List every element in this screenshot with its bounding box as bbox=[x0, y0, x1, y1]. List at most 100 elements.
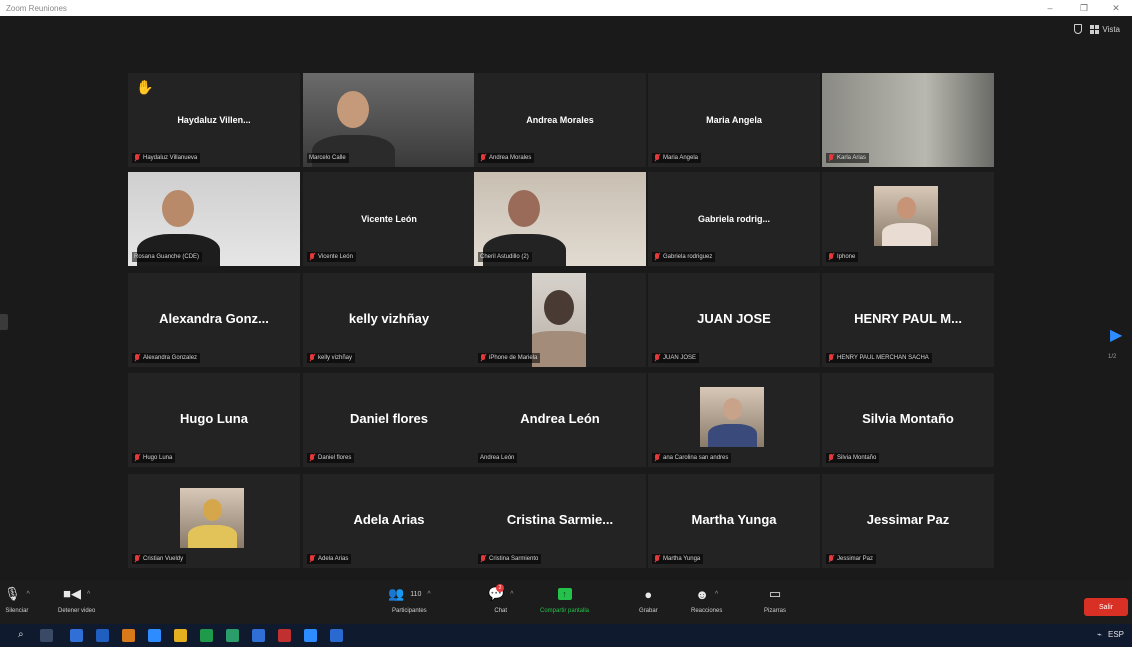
whatsapp-icon[interactable] bbox=[200, 629, 213, 642]
chrome-icon[interactable] bbox=[174, 629, 187, 642]
task-view-icon[interactable] bbox=[40, 629, 53, 642]
muted-microphone-icon bbox=[134, 354, 140, 362]
participant-name-text: Maria Angela bbox=[663, 155, 699, 161]
person-head bbox=[544, 290, 574, 325]
participant-name-label: Daniel flores bbox=[307, 453, 355, 463]
participant-name-label: Jessimar Paz bbox=[826, 554, 877, 564]
participant-tile[interactable]: Martha Yunga Martha Yunga bbox=[648, 474, 820, 568]
chat-label: Chat bbox=[494, 608, 508, 614]
maximize-icon[interactable]: ❐ bbox=[1074, 0, 1094, 16]
participant-tile[interactable]: Gabriela rodrig... Gabriela rodriguez bbox=[648, 172, 820, 266]
participant-tile[interactable]: Cristian Vueldy bbox=[128, 474, 300, 568]
muted-microphone-icon bbox=[480, 154, 486, 162]
word-icon[interactable] bbox=[252, 629, 265, 642]
participant-name-text: Hugo Luna bbox=[143, 455, 173, 461]
participant-tile[interactable]: ana Carolina san andres bbox=[648, 373, 820, 467]
record-button[interactable]: ● Grabar bbox=[639, 586, 658, 615]
participant-name-text: Silvia Montaño bbox=[837, 455, 877, 461]
mute-button[interactable]: 🎙 ^ Silenciar bbox=[4, 586, 30, 614]
muted-microphone-icon bbox=[654, 555, 660, 563]
participant-name-label: Cristina Sarmiento bbox=[478, 554, 542, 564]
store-icon[interactable] bbox=[148, 629, 161, 642]
network-icon[interactable]: ⌁ bbox=[1097, 630, 1102, 639]
participant-tile[interactable]: Rosana Guanche (CDE) bbox=[128, 172, 300, 266]
participant-tile[interactable]: Karla Arias bbox=[822, 73, 994, 167]
person-body bbox=[188, 525, 237, 548]
chat-button[interactable]: 💬 2 ^ Chat bbox=[488, 584, 513, 614]
chevron-up-icon[interactable]: ^ bbox=[715, 591, 718, 598]
title-bar: Zoom Reuniones – ❐ ✕ bbox=[0, 0, 1132, 16]
participant-tile[interactable]: Haydaluz Villen... ✋ Haydaluz Villanueva bbox=[128, 73, 300, 167]
edge-icon[interactable] bbox=[70, 629, 83, 642]
mail-icon[interactable] bbox=[96, 629, 109, 642]
participant-tile[interactable]: Andrea León Andrea León bbox=[474, 373, 646, 467]
app-icon[interactable] bbox=[226, 629, 239, 642]
whiteboard-icon: ▭ bbox=[768, 586, 782, 601]
participant-name-label: JUAN JOSE bbox=[652, 353, 700, 363]
participant-tile[interactable]: Iphone bbox=[822, 172, 994, 266]
chevron-up-icon[interactable]: ^ bbox=[427, 591, 430, 598]
minimize-icon[interactable]: – bbox=[1040, 0, 1060, 16]
muted-microphone-icon bbox=[309, 555, 315, 563]
participant-video bbox=[180, 488, 244, 548]
participant-tile[interactable]: iPhone de Mariela bbox=[474, 273, 646, 367]
person-head bbox=[897, 197, 916, 219]
whiteboard-label: Pizarras bbox=[764, 608, 787, 614]
page-indicator: 1/2 bbox=[1108, 354, 1117, 360]
participant-tile[interactable]: Jessimar Paz Jessimar Paz bbox=[822, 474, 994, 568]
chevron-up-icon[interactable]: ^ bbox=[510, 591, 513, 598]
participant-name-label: Iphone bbox=[826, 252, 859, 262]
participants-icon: 👥 bbox=[388, 586, 405, 601]
chevron-up-icon[interactable]: ^ bbox=[87, 591, 90, 598]
participant-name-label: Silvia Montaño bbox=[826, 453, 880, 463]
muted-microphone-icon bbox=[309, 354, 315, 362]
leave-button[interactable]: Salir bbox=[1084, 598, 1128, 616]
window-title: Zoom Reuniones bbox=[6, 3, 67, 13]
zoom-taskbar-icon[interactable] bbox=[330, 629, 343, 642]
muted-microphone-icon bbox=[654, 454, 660, 462]
participant-tile[interactable]: Hugo Luna Hugo Luna bbox=[128, 373, 300, 467]
close-icon[interactable]: ✕ bbox=[1106, 0, 1126, 16]
participant-name-label: Vicente León bbox=[307, 252, 356, 262]
language-indicator[interactable]: ESP bbox=[1108, 630, 1124, 639]
participant-display-name: Vicente León bbox=[361, 214, 417, 224]
mute-label: Silenciar bbox=[5, 608, 29, 614]
participant-tile[interactable]: Maria Angela Maria Angela bbox=[648, 73, 820, 167]
muted-microphone-icon bbox=[828, 454, 834, 462]
view-button[interactable]: Vista bbox=[1090, 24, 1120, 34]
next-page-arrow-icon[interactable]: ▶ bbox=[1110, 328, 1122, 344]
powerpoint-icon[interactable] bbox=[278, 629, 291, 642]
participant-tile[interactable]: Silvia Montaño Silvia Montaño bbox=[822, 373, 994, 467]
reactions-button[interactable]: ☻ ^ Reacciones bbox=[691, 586, 722, 615]
record-label: Grabar bbox=[639, 608, 658, 614]
search-icon[interactable]: ⌕ bbox=[18, 629, 24, 640]
participant-tile[interactable]: Cristina Sarmie... Cristina Sarmiento bbox=[474, 474, 646, 568]
muted-microphone-icon bbox=[828, 154, 834, 162]
participant-tile[interactable]: Alexandra Gonz... Alexandra Gonzalez bbox=[128, 273, 300, 367]
participant-tile[interactable]: Daniel flores Daniel flores bbox=[303, 373, 475, 467]
chevron-up-icon[interactable]: ^ bbox=[27, 591, 30, 598]
participant-tile[interactable]: Adela Arias Adela Arias bbox=[303, 474, 475, 568]
participant-tile[interactable]: HENRY PAUL M... HENRY PAUL MERCHAN SACHA bbox=[822, 273, 994, 367]
participant-tile[interactable]: Andrea Morales Andrea Morales bbox=[474, 73, 646, 167]
top-right-controls: Vista bbox=[1074, 24, 1120, 34]
side-panel-handle[interactable] bbox=[0, 314, 8, 330]
participant-tile[interactable]: Marcelo Calle bbox=[303, 73, 475, 167]
muted-microphone-icon bbox=[134, 555, 140, 563]
teams-icon[interactable] bbox=[304, 629, 317, 642]
stop-video-button[interactable]: ■◀ ^ Detener video bbox=[58, 586, 95, 614]
file-explorer-icon[interactable] bbox=[122, 629, 135, 642]
participant-name-text: Iphone bbox=[837, 254, 856, 260]
participant-name-text: Martha Yunga bbox=[663, 556, 701, 562]
participant-name-label: iPhone de Mariela bbox=[478, 353, 541, 363]
whiteboard-button[interactable]: ▭ Pizarras bbox=[764, 586, 786, 614]
participant-tile[interactable]: Cheril Astudillo (2) bbox=[474, 172, 646, 266]
participants-button[interactable]: 👥 110 ^ Participantes bbox=[388, 586, 431, 614]
security-shield-icon[interactable] bbox=[1074, 24, 1083, 34]
share-screen-button[interactable]: ↑ Compartir pantalla bbox=[540, 586, 589, 614]
participant-name-text: Cristina Sarmiento bbox=[489, 556, 539, 562]
participant-tile[interactable]: Vicente León Vicente León bbox=[303, 172, 475, 266]
system-tray: ⌁ ESP bbox=[1097, 630, 1124, 639]
participant-tile[interactable]: kelly vizhñay kelly vizhñay bbox=[303, 273, 475, 367]
participant-tile[interactable]: JUAN JOSE JUAN JOSE bbox=[648, 273, 820, 367]
